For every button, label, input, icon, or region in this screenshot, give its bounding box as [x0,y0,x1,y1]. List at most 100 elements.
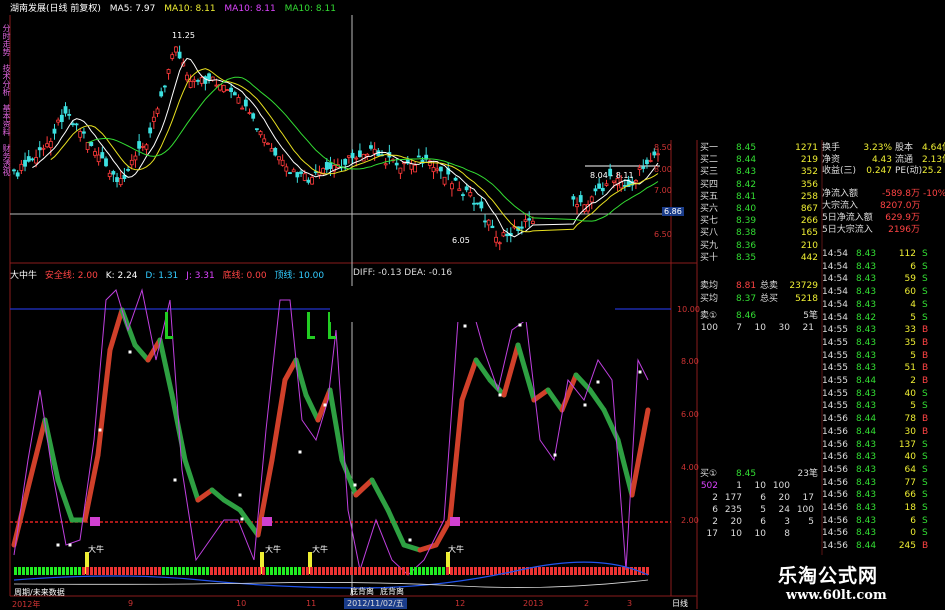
panel-row: 买二 8.44 219 [700,154,822,166]
strip-cell [482,567,485,575]
tick-price: 8.44 [856,426,877,437]
kd-segment [353,477,375,498]
tick-side: B [922,426,929,437]
bid-price: 8.38 [736,228,757,239]
kd-segment [515,342,537,403]
date-label: 9 [128,599,134,608]
candle [571,196,576,200]
candle [306,179,311,183]
candle [96,154,101,163]
strip-cell [386,567,389,575]
panel-row: 2 177 6 20 17 [700,492,822,504]
tick-price: 8.43 [856,287,877,298]
bid-level-label: 买六 [700,204,719,214]
strip-cell [438,567,441,575]
bid-volume: 258 [800,191,818,202]
candle [597,183,602,189]
candle [652,151,657,156]
candle [74,123,79,126]
candle [159,91,164,97]
candle [280,159,285,166]
tick-time: 14:56 [822,464,848,475]
tick-side: B [922,337,929,348]
tick-side: S [922,287,928,298]
panel-row: 买五 8.41 258 [700,191,822,203]
strip-cell [50,567,53,575]
tab-finance[interactable]: 财务透视 [0,142,12,178]
tick-time: 14:55 [822,337,848,348]
queue-cell: 10 [754,529,766,539]
strip-cell [54,567,57,575]
strip-cell [346,567,349,575]
stat-key: 净资 [822,154,841,165]
panel-row: 5日净流入额 629.9万 [822,212,945,224]
candle [589,196,594,203]
signal-dot [408,538,412,542]
queue-cell: 30 [778,323,790,333]
tick-side: S [922,515,928,526]
signal-label: 大牛 [312,545,328,554]
strip-cell [198,567,201,575]
candle [93,151,97,156]
stat-key: PE(动) [895,166,923,176]
flow-label: 大宗流入 [822,201,859,211]
panel-row: 100 7 10 30 21 [700,322,822,334]
date-label: 3 [627,599,633,608]
panel-row: 14:56 8.44 245 B [822,540,945,552]
crosshair-price: 6.86 [662,207,684,216]
kd-segment [473,357,493,383]
buy1-price: 8.45 [736,469,757,479]
date-label: 10 [236,599,247,608]
candle [258,131,263,136]
signal-dot [498,393,502,397]
queue-cell: 10 [754,481,766,491]
strip-cell [414,567,417,575]
strip-cell [154,567,157,575]
strip-cell [586,567,589,575]
candle [243,99,248,107]
queue-cell: 17 [802,493,814,503]
buy-avg-label: 买均 [700,294,719,304]
tab-intraday[interactable]: 分时走势 [0,22,12,58]
strip-cell [606,567,609,575]
tick-side: S [922,401,928,412]
tick-price: 8.43 [856,528,877,539]
low-price-label: 6.05 [452,236,470,245]
strip-cell [106,567,109,575]
candle [416,155,421,158]
strip-cell [334,567,337,575]
candle [365,153,370,157]
panel-row: 14:56 8.43 0 S [822,527,945,539]
candle [354,157,359,160]
strip-cell [582,567,585,575]
candle [207,73,211,81]
sell-avg-label: 卖均 [700,281,719,291]
panel-row: 买均 8.37 总买 5218 [700,293,822,305]
strip-cell [390,567,393,575]
date-label: 2012年 [12,600,41,609]
panel-row: 14:55 8.43 51 B [822,362,945,374]
date-label: 2013 [523,599,544,608]
strip-cell [342,567,345,575]
candle [490,225,495,229]
tick-volume: 66 [904,490,916,501]
queue-cell: 10 [730,529,742,539]
tick-volume: 51 [904,363,916,374]
tick-side: B [922,363,929,374]
tick-price: 8.43 [856,261,877,272]
candle [472,202,476,205]
queue-cell: 235 [724,505,742,515]
candle [475,202,480,205]
period-label: 日线 [672,599,688,608]
candle [394,162,399,166]
strip-cell [134,567,137,575]
kd-segment [42,417,61,483]
strip-cell [450,567,453,575]
candle [604,183,609,186]
tick-volume: 78 [904,414,916,425]
strip-cell [190,567,193,575]
tab-technical[interactable]: 技术分析 [0,62,12,98]
strip-cell [378,567,381,575]
strip-cell [542,567,545,575]
tab-profile[interactable]: 基本资料 [0,102,12,138]
